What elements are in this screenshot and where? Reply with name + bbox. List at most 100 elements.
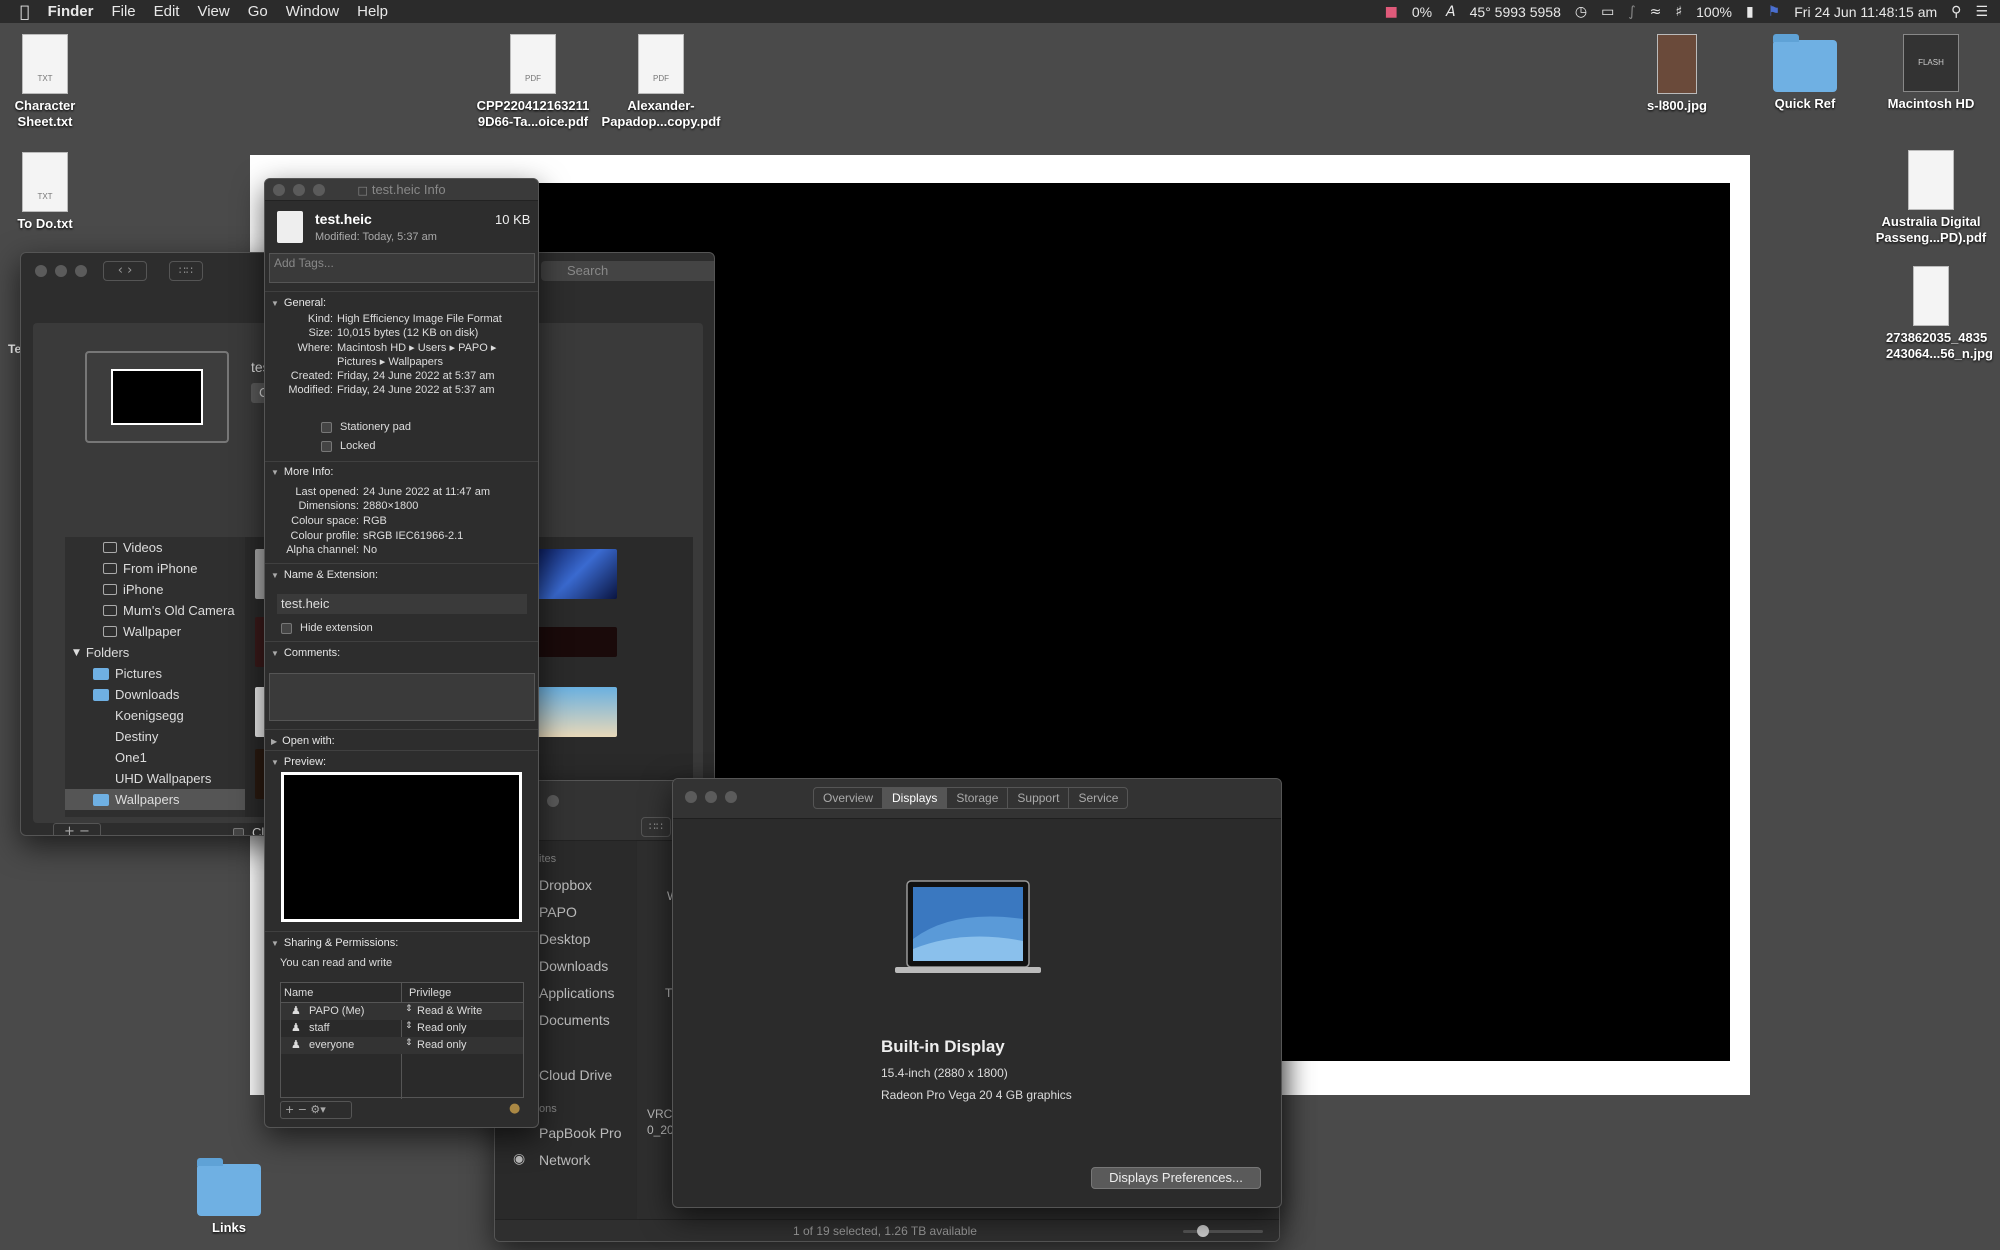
desktop-icon-cpp-invoice[interactable]: PDF CPP220412163211 9D66-Ta...oice.pdf <box>468 34 598 130</box>
column-privilege[interactable]: Privilege <box>409 987 451 999</box>
desktop-icon-s-l800[interactable]: s-l800.jpg <box>1612 34 1742 114</box>
lock-icon[interactable]: ● <box>509 1101 520 1116</box>
spotlight-search-icon[interactable]: ⚲ <box>1951 4 1961 20</box>
section-more-info[interactable]: More Info: <box>271 466 334 478</box>
icon-size-slider[interactable] <box>1183 1230 1263 1233</box>
table-row[interactable]: ♟ PAPO (Me) ⇕ Read & Write <box>281 1003 523 1020</box>
sidebar-item-from-iphone[interactable]: From iPhone <box>65 558 245 579</box>
status-icon[interactable]: ■ <box>1385 4 1398 20</box>
view-grid-icon[interactable]: ∷∷ <box>641 817 671 837</box>
sidebar-item-network[interactable]: Network <box>539 1152 590 1168</box>
sidebar-item-dropbox[interactable]: Dropbox <box>539 877 592 893</box>
folder-item-koenigsegg[interactable]: Koenigsegg <box>65 705 245 726</box>
desktop-icon-links[interactable]: Links <box>164 1158 294 1236</box>
stationery-pad-checkbox[interactable]: Stationery pad <box>321 421 411 433</box>
battery-percent[interactable]: 100% <box>1696 4 1732 20</box>
section-open-with[interactable]: Open with: <box>271 735 335 747</box>
desktop-icon-quick-ref[interactable]: Quick Ref <box>1740 34 1870 112</box>
file-item-date[interactable]: 0_20 <box>647 1123 674 1137</box>
filename-input[interactable]: test.heic <box>277 594 527 614</box>
menu-go[interactable]: Go <box>239 3 277 20</box>
locked-checkbox[interactable]: Locked <box>321 440 375 452</box>
sidebar-item-wallpaper[interactable]: Wallpaper <box>65 621 245 642</box>
menu-help[interactable]: Help <box>348 3 397 20</box>
sidebar-item-iphone[interactable]: iPhone <box>65 579 245 600</box>
view-grid-icon[interactable]: ∷∷ <box>169 261 203 281</box>
airplay-icon[interactable]: ▭ <box>1601 4 1614 20</box>
minimize-button[interactable] <box>55 265 67 277</box>
app-menu[interactable]: Finder <box>39 3 103 20</box>
displays-preferences-button[interactable]: Displays Preferences... <box>1091 1167 1261 1189</box>
close-button[interactable] <box>35 265 47 277</box>
desktop-icon-character-sheet[interactable]: TXT Character Sheet.txt <box>0 34 110 130</box>
desktop-icon-todo[interactable]: TXT To Do.txt <box>0 152 110 232</box>
folder-item-destiny[interactable]: Destiny <box>65 726 245 747</box>
sidebar-item-downloads[interactable]: Downloads <box>539 958 608 974</box>
sidebar-item-papo[interactable]: PAPO <box>539 904 577 920</box>
close-button[interactable] <box>685 791 697 803</box>
menu-window[interactable]: Window <box>277 3 348 20</box>
menu-view[interactable]: View <box>188 3 238 20</box>
tab-support[interactable]: Support <box>1008 788 1070 808</box>
folder-item-pictures[interactable]: Pictures <box>65 663 245 684</box>
desktop-icon-273862035-jpg[interactable]: 273862035_4835 243064...56_n.jpg <box>1866 266 1996 362</box>
tab-overview[interactable]: Overview <box>814 788 884 808</box>
checkbox[interactable] <box>233 828 244 835</box>
volume-icon[interactable]: ♯ <box>1675 4 1682 20</box>
tags-input[interactable]: Add Tags... <box>269 253 535 283</box>
section-general[interactable]: General: <box>271 297 326 309</box>
clock[interactable]: Fri 24 Jun 11:48:15 am <box>1794 4 1937 20</box>
sidebar-item-desktop[interactable]: Desktop <box>539 931 590 947</box>
coordinates-readout[interactable]: 45° 5993 5958 <box>1470 4 1561 20</box>
image-thumbnail[interactable] <box>535 549 617 599</box>
tab-storage[interactable]: Storage <box>947 788 1009 808</box>
sidebar-item-videos[interactable]: Videos <box>65 537 245 558</box>
wifi-icon[interactable]: ≈ <box>1650 4 1662 20</box>
image-thumbnail[interactable] <box>535 687 617 737</box>
minimize-button[interactable] <box>705 791 717 803</box>
sidebar-item-applications[interactable]: Applications <box>539 985 615 1001</box>
permission-action-buttons[interactable]: + − ⚙▾ <box>280 1101 352 1119</box>
desktop-icon-australia-pdf[interactable]: Australia Digital Passeng...PD).pdf <box>1866 150 1996 246</box>
search-input[interactable]: Search <box>541 261 714 281</box>
battery-left-percent[interactable]: 0% <box>1412 4 1432 20</box>
sidebar-item-mums-old-camera[interactable]: Mum's Old Camera <box>65 600 245 621</box>
back-forward-icon[interactable]: ‹ › <box>103 261 147 281</box>
column-name[interactable]: Name <box>284 987 313 999</box>
folders-header[interactable]: ▼ Folders <box>65 642 245 663</box>
menu-edit[interactable]: Edit <box>145 3 189 20</box>
zoom-button[interactable] <box>313 184 325 196</box>
folder-item-wallpapers[interactable]: Wallpapers <box>65 789 245 810</box>
folder-item-downloads[interactable]: Downloads <box>65 684 245 705</box>
close-button[interactable] <box>273 184 285 196</box>
battery-icon[interactable]: ▮ <box>1746 4 1754 20</box>
sidebar-item-papbook-pro[interactable]: PapBook Pro <box>539 1125 622 1141</box>
bluetooth-icon[interactable]: ∫ <box>1628 4 1635 20</box>
image-thumbnail[interactable] <box>535 627 617 657</box>
tab-service[interactable]: Service <box>1069 788 1127 808</box>
section-comments[interactable]: Comments: <box>271 647 340 659</box>
add-remove-buttons[interactable]: + − <box>53 823 101 835</box>
time-machine-icon[interactable]: ◷ <box>1575 4 1587 20</box>
comments-textarea[interactable] <box>269 673 535 721</box>
table-row[interactable]: ♟ staff ⇕ Read only <box>281 1020 523 1037</box>
section-sharing-permissions[interactable]: Sharing & Permissions: <box>271 937 398 949</box>
notification-center-icon[interactable]: ☰ <box>1975 4 1988 20</box>
sidebar-item-documents[interactable]: Documents <box>539 1012 610 1028</box>
checkbox-row-1[interactable]: Cl <box>233 825 264 835</box>
file-item-vrc[interactable]: VRC <box>647 1107 672 1121</box>
section-preview[interactable]: Preview: <box>271 756 326 768</box>
hide-extension-checkbox[interactable]: Hide extension <box>281 622 373 634</box>
desktop-icon-macintosh-hd[interactable]: FLASH Macintosh HD <box>1866 34 1996 112</box>
sidebar-item-icloud-drive[interactable]: Cloud Drive <box>539 1067 612 1083</box>
zoom-button[interactable] <box>75 265 87 277</box>
zoom-button[interactable] <box>725 791 737 803</box>
desktop-icon-alexander-pdf[interactable]: PDF Alexander-Papadop...copy.pdf <box>596 34 726 130</box>
slider-handle[interactable] <box>1197 1225 1209 1237</box>
table-row[interactable]: ♟ everyone ⇕ Read only <box>281 1037 523 1054</box>
section-name-extension[interactable]: Name & Extension: <box>271 569 378 581</box>
apple-menu-icon[interactable]:  <box>0 2 39 21</box>
minimize-button[interactable] <box>293 184 305 196</box>
tab-displays[interactable]: Displays <box>883 788 948 808</box>
flag-icon[interactable]: ⚑ <box>1768 4 1781 20</box>
